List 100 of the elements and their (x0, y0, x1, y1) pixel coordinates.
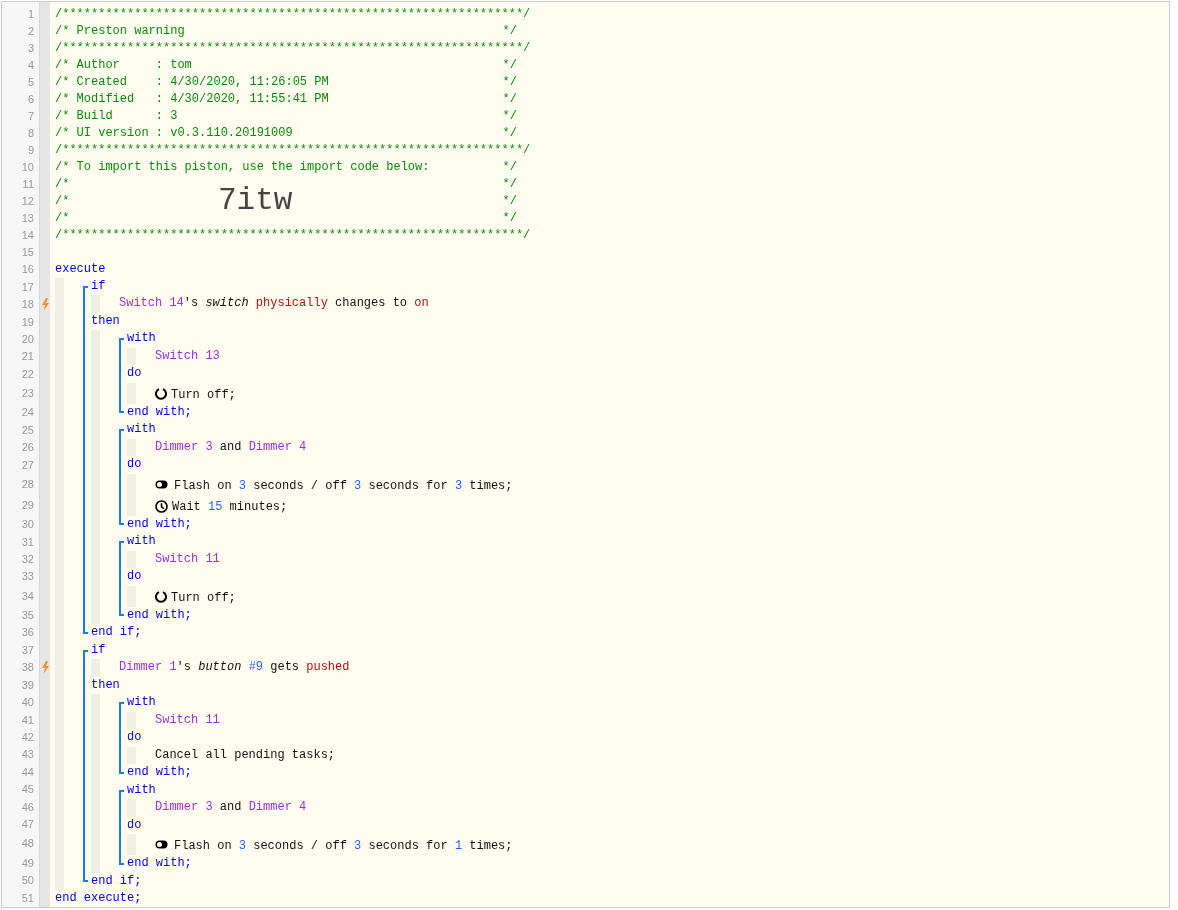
line-number: 19 (21, 314, 34, 330)
code-line: end if; (91, 624, 142, 642)
comment-close: */ (502, 23, 517, 40)
code-line: with (127, 421, 156, 439)
line-number: 20 (21, 332, 34, 348)
line-number: 40 (21, 695, 34, 711)
code-line: do (127, 365, 142, 383)
line-number: 12 (21, 194, 34, 209)
line-number: 50 (21, 873, 34, 889)
line-number: 39 (21, 677, 34, 693)
code-line: Switch 11 (155, 711, 220, 729)
comment-text: /* (55, 210, 70, 227)
code-line: if (91, 641, 106, 659)
block-bracket (119, 702, 124, 774)
line-number: 15 (21, 245, 34, 260)
comment-close: */ (502, 74, 517, 91)
line-number: 33 (21, 569, 34, 585)
code-line: Dimmer 3 and Dimmer 4 (155, 438, 307, 456)
line-number: 1 (27, 7, 34, 22)
clock-icon (155, 499, 168, 513)
line-number: 29 (21, 497, 34, 513)
power-icon (155, 589, 167, 603)
comment-close: */ (502, 210, 517, 227)
comment-text: /* (55, 193, 70, 210)
code-line: end with; (127, 764, 192, 782)
line-number: 21 (21, 349, 34, 365)
comment-text: /* Build : 3 (55, 108, 178, 125)
code-line: Wait 15 minutes; (172, 498, 288, 516)
line-number: 17 (21, 279, 34, 295)
code-line: Dimmer 3 and Dimmer 4 (155, 799, 307, 817)
comment-close: */ (502, 193, 517, 210)
line-number: 45 (21, 782, 34, 798)
line-number: 35 (21, 607, 34, 623)
comment-text: /****************************************************************/ (55, 227, 531, 244)
code-line: then (91, 676, 120, 694)
line-number: 47 (21, 817, 34, 833)
line-number: 10 (21, 160, 34, 175)
comment-text: /* Modified : 4/30/2020, 11:55:41 PM (55, 91, 329, 108)
code-line: end with; (127, 403, 192, 421)
comment-text: /* Preston warning (55, 23, 185, 40)
code-line: Switch 14's switch physically changes to on (119, 295, 429, 313)
line-number: 13 (21, 211, 34, 226)
comment-close: */ (502, 176, 517, 193)
code-line: Cancel all pending tasks; (155, 746, 336, 764)
code-line: Dimmer 1's button #9 gets pushed (119, 659, 350, 677)
code-line: Switch 11 (155, 550, 220, 568)
line-number: 42 (21, 730, 34, 745)
code-line: then (91, 312, 120, 330)
code-line: Flash on 3 seconds / off 3 seconds for 1 times; (174, 838, 513, 855)
line-number: 34 (21, 588, 34, 604)
code-line: with (127, 533, 156, 551)
line-number: 44 (21, 764, 34, 780)
code-line: Switch 13 (155, 347, 220, 365)
line-number: 9 (27, 143, 34, 158)
code-line: do (127, 729, 142, 747)
line-number: 26 (21, 440, 34, 456)
code-line: with (127, 330, 156, 348)
code-line: do (127, 568, 142, 586)
toggle-icon (155, 840, 168, 849)
code-line: end with; (127, 606, 192, 624)
code-line: end if; (91, 872, 142, 890)
code-line: do (127, 816, 142, 834)
line-number: 27 (21, 457, 34, 473)
line-number: 31 (21, 534, 34, 550)
line-number: 25 (21, 422, 34, 438)
line-number: 30 (21, 517, 34, 533)
comment-text: /* UI version : v0.3.110.20191009 (55, 125, 293, 142)
line-number: 22 (21, 366, 34, 382)
code-line: with (127, 694, 156, 712)
line-number: 41 (21, 712, 34, 728)
comment-close: */ (502, 108, 517, 125)
line-number: 6 (27, 92, 34, 107)
code-line: Turn off; (171, 589, 236, 607)
code-line: end execute; (55, 890, 142, 907)
code-line: Flash on 3 seconds / off 3 seconds for 3 times; (174, 477, 513, 495)
comment-text: /****************************************************************/ (55, 6, 531, 23)
line-number: 28 (21, 476, 34, 492)
comment-close: */ (502, 125, 517, 142)
line-number: 8 (27, 126, 34, 141)
line-number: 3 (27, 41, 34, 56)
line-number: 2 (27, 24, 34, 39)
line-number: 18 (21, 297, 34, 313)
line-number: 23 (21, 386, 34, 402)
code-line: if (91, 277, 106, 295)
code-line: Turn off; (171, 386, 236, 404)
comment-close: */ (502, 57, 517, 74)
power-icon (155, 386, 167, 400)
line-number: 48 (21, 836, 34, 852)
code-line: execute (55, 260, 106, 278)
line-number: 4 (27, 58, 34, 73)
line-number: 36 (21, 625, 34, 641)
code-line: end with; (127, 855, 192, 873)
code-line: end with; (127, 515, 192, 533)
toggle-icon (155, 479, 168, 489)
code-line: do (127, 456, 142, 474)
comment-text: /****************************************************************/ (55, 142, 531, 159)
comment-text: /* Author : tom (55, 57, 192, 74)
line-number: 14 (21, 228, 34, 243)
line-number: 46 (21, 799, 34, 815)
comment-text: /* Created : 4/30/2020, 11:26:05 PM (55, 74, 329, 91)
